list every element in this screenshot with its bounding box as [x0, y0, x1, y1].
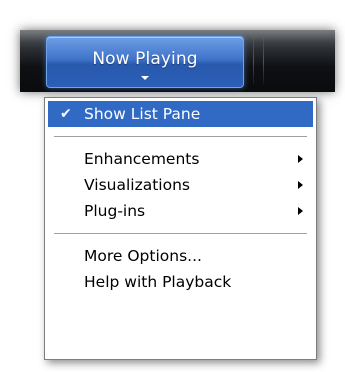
- menu-separator: [54, 136, 307, 137]
- chevron-down-icon: [141, 76, 149, 80]
- now-playing-tab-label: Now Playing: [92, 49, 198, 69]
- menu-item-label: Help with Playback: [84, 273, 232, 291]
- check-icon: ✔: [60, 106, 72, 122]
- menu-item-plug-ins[interactable]: Plug-ins: [48, 198, 313, 224]
- menu-item-visualizations[interactable]: Visualizations: [48, 172, 313, 198]
- menu-item-enhancements[interactable]: Enhancements: [48, 146, 313, 172]
- now-playing-menu: ✔ Show List Pane Enhancements Visualizat…: [44, 97, 317, 360]
- menu-item-help-with-playback[interactable]: Help with Playback: [48, 269, 313, 295]
- menu-item-label: Show List Pane: [84, 105, 201, 123]
- menu-item-more-options[interactable]: More Options...: [48, 243, 313, 269]
- toolbar-divider: [253, 38, 254, 84]
- now-playing-tab[interactable]: Now Playing: [46, 36, 244, 88]
- submenu-arrow-icon: [298, 207, 303, 215]
- toolbar-divider: [263, 38, 264, 84]
- menu-item-label: Plug-ins: [84, 202, 146, 220]
- menu-item-label: Visualizations: [84, 176, 190, 194]
- menu-item-label: Enhancements: [84, 150, 200, 168]
- menu-item-show-list-pane[interactable]: ✔ Show List Pane: [48, 101, 313, 127]
- submenu-arrow-icon: [298, 155, 303, 163]
- screenshot-stage: Now Playing ✔ Show List Pane Enhancement…: [0, 0, 345, 372]
- menu-separator: [54, 233, 307, 234]
- submenu-arrow-icon: [298, 181, 303, 189]
- menu-item-label: More Options...: [84, 247, 202, 265]
